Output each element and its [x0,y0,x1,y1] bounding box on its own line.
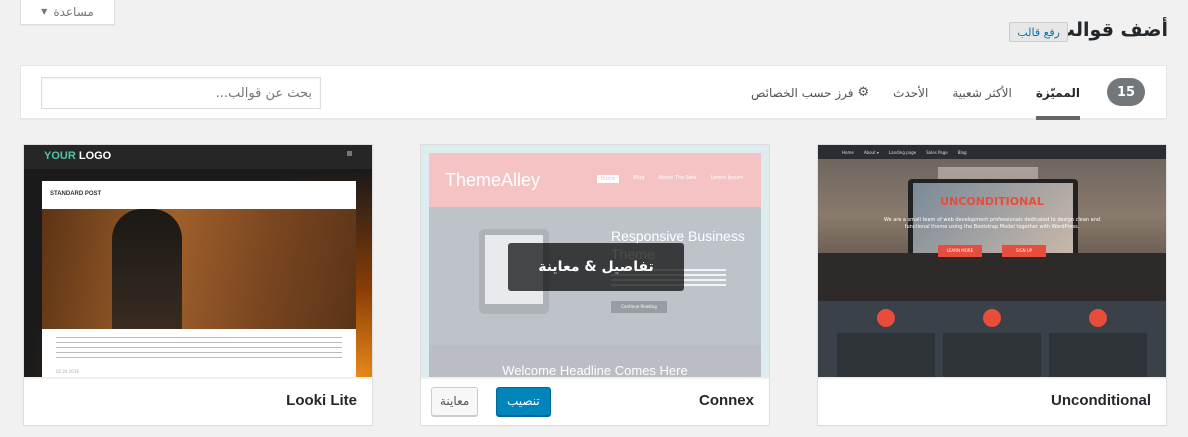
preview-hero-image: UNCONDITIONAL We are a small team of web… [818,159,1166,301]
theme-name: Unconditional [1051,392,1151,409]
help-label: مساعدة [53,4,94,19]
theme-card-looki-lite[interactable]: YOUR LOGO STANDARD POST 02.24.2016 Looki… [23,144,373,426]
theme-count-badge: 15 [1107,78,1145,106]
tab-featured[interactable]: المميّزة [1035,66,1080,120]
caret-down-icon: ▼ [41,7,48,16]
theme-name: Looki Lite [286,392,357,409]
preview-heading: UNCONDITIONAL [940,195,1044,208]
tab-popular[interactable]: الأكثر شعبية [952,66,1011,120]
preview-post: STANDARD POST 02.24.2016 [42,181,356,378]
theme-filter-bar: 15 المميّزة الأكثر شعبية الأحدث ⚙ فرز حس… [20,65,1167,120]
preview-sign-up: SIGN UP [1002,245,1046,257]
preview-subtitle: We are a small team of web development p… [883,217,1101,230]
tab-latest[interactable]: الأحدث [893,66,928,120]
filter-tabs: المميّزة الأكثر شعبية الأحدث ⚙ فرز حسب ا… [727,66,1080,120]
feature-filter-button[interactable]: ⚙ فرز حسب الخصائص [751,66,869,120]
install-button[interactable]: تنصيب [496,387,551,416]
feature-filter-label: فرز حسب الخصائص [750,85,854,100]
theme-search-input[interactable] [41,77,321,109]
upload-theme-button[interactable]: رفع قالب [1009,22,1068,42]
preview-logo: YOUR LOGO [44,150,112,162]
theme-footer: Connex تنصيب معاينة [421,377,769,425]
preview-nav: Home About ▾ Landing page Sales Page Blo… [818,145,1166,159]
preview-features [818,301,1166,378]
page-title: أضف قوالب [1055,19,1168,41]
theme-details-button[interactable]: تفاصيل & معاينة [508,243,684,291]
menu-icon [347,151,352,156]
theme-card-unconditional[interactable]: Home About ▾ Landing page Sales Page Blo… [817,144,1167,426]
theme-screenshot[interactable]: Home About ▾ Landing page Sales Page Blo… [818,145,1166,378]
theme-footer: Looki Lite [24,377,372,425]
gear-icon: ⚙ [857,85,870,100]
preview-learn-more: LEARN MORE [938,245,982,257]
theme-screenshot[interactable]: YOUR LOGO STANDARD POST 02.24.2016 [24,145,372,378]
help-tab-button[interactable]: مساعدة ▼ [20,0,115,25]
theme-card-connex[interactable]: ThemeAlley Home Blog About The Sets Lore… [420,144,770,426]
preview-button[interactable]: معاينة [431,387,479,416]
theme-screenshot[interactable]: ThemeAlley Home Blog About The Sets Lore… [421,145,769,378]
theme-name: Connex [698,392,754,409]
theme-footer: Unconditional [818,377,1166,425]
